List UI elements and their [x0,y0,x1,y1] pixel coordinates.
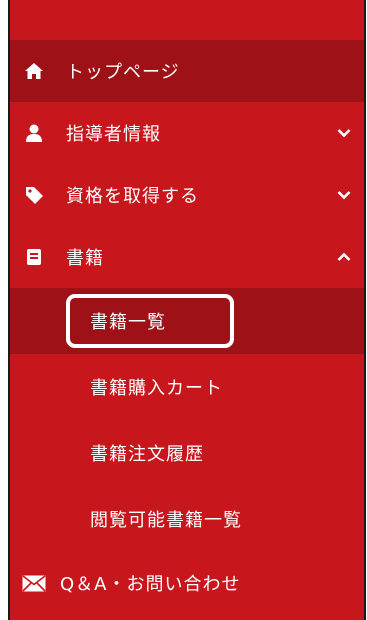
chevron-up-icon[interactable] [336,249,352,265]
chevron-down-icon[interactable] [336,187,352,203]
envelope-icon [22,573,46,593]
menu-item-qa-contact[interactable]: Q＆A・お問い合わせ [10,552,364,614]
menu-item-label: 指導者情報 [66,124,161,145]
submenu-item-order-history[interactable]: 書籍注文履歴 [10,420,364,486]
chevron-down-icon[interactable] [336,125,352,141]
home-icon [24,61,44,81]
submenu-item-book-list[interactable]: 書籍一覧 [10,288,364,354]
menu-item-books[interactable]: 書籍 [10,226,364,288]
submenu-item-label: 書籍一覧 [90,312,166,333]
menu-item-label: 資格を取得する [66,186,199,207]
menu-item-top-page[interactable]: トップページ [10,40,364,102]
menu-top-spacer [10,0,364,40]
menu-item-label: Q＆A・お問い合わせ [60,574,241,595]
tag-icon [24,185,44,205]
menu-item-label: 書籍 [66,248,104,269]
menu-item-instructor-info[interactable]: 指導者情報 [10,102,364,164]
side-menu: トップページ 指導者情報 資格を取得する 書籍 書籍一覧 書籍購入カート 書籍注… [8,0,366,620]
submenu-item-label: 書籍購入カート [90,378,223,399]
menu-item-label: トップページ [66,62,180,83]
submenu-item-viewable-books[interactable]: 閲覧可能書籍一覧 [10,486,364,552]
submenu-item-book-cart[interactable]: 書籍購入カート [10,354,364,420]
submenu-item-label: 書籍注文履歴 [90,444,204,465]
submenu-item-label: 閲覧可能書籍一覧 [90,510,242,531]
menu-item-get-qualification[interactable]: 資格を取得する [10,164,364,226]
user-icon [24,123,44,143]
book-icon [24,247,44,267]
